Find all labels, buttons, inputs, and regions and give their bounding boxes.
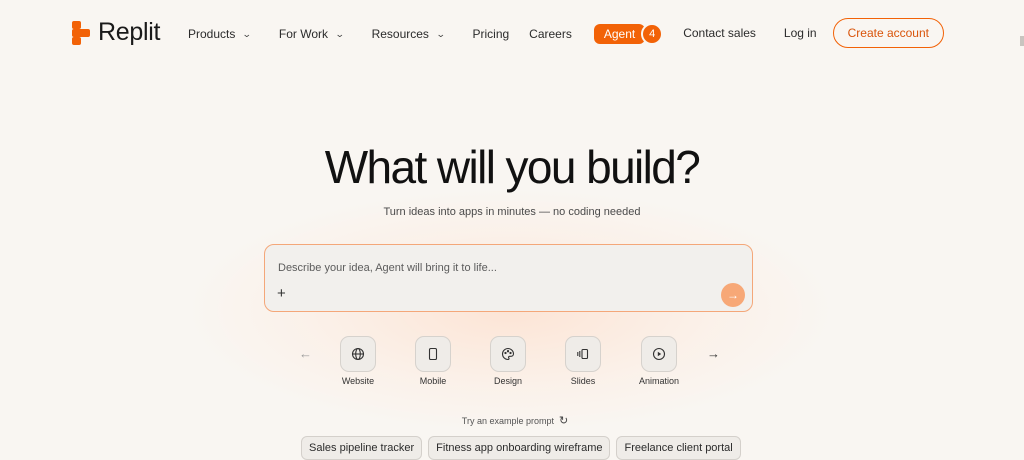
category-label: Website [341,376,375,386]
replit-logo-icon [72,20,90,45]
example-prompt-text: Try an example prompt [461,416,554,426]
arrow-left-icon[interactable]: ← [299,346,312,361]
nav-careers[interactable]: Careers [529,27,572,41]
refresh-icon[interactable]: ↻ [559,415,568,427]
nav-careers-label: Careers [529,27,572,41]
category-label: Design [493,376,522,386]
send-arrow-icon[interactable]: → [721,283,745,307]
prompt-box: + → [264,244,753,312]
agent-count-badge: 4 [641,23,664,45]
example-chip[interactable]: Fitness app onboarding wireframe [428,436,611,460]
main-nav: Products ⌄ For Work ⌄ Resources ⌄ Pricin… [188,23,664,45]
category-label: Slides [570,376,596,386]
replit-logo[interactable]: Replit [72,18,160,47]
header-actions: Contact sales Log in Create account [683,18,944,48]
category-label: Mobile [419,376,447,386]
hero-title: What will you build? [324,141,701,193]
nav-pricing-label: Pricing [472,27,510,41]
category-carousel: ← Website Mobile Design Slides Animation… [296,336,726,396]
category-design[interactable]: Design [478,336,538,386]
nav-products-label: Products [188,27,236,41]
nav-for-work[interactable]: For Work ⌄ [278,27,345,41]
example-prompt-label: Try an example prompt ↻ [0,414,1024,427]
chevron-down-icon: ⌄ [334,28,345,39]
top-nav: Replit Products ⌄ For Work ⌄ Resources ⌄… [0,0,1024,64]
slides-icon [565,336,601,372]
nav-pricing[interactable]: Pricing [472,27,509,41]
example-chips: Sales pipeline tracker Fitness app onboa… [301,436,741,460]
nav-resources[interactable]: Resources ⌄ [371,27,446,41]
chevron-down-icon: ⌄ [435,28,446,39]
nav-products[interactable]: Products ⌄ [188,27,253,41]
chevron-down-icon: ⌄ [242,28,253,39]
phone-icon [415,336,451,372]
category-mobile[interactable]: Mobile [403,336,463,386]
play-icon [641,336,677,372]
example-chip[interactable]: Freelance client portal [616,436,741,460]
agent-label: Agent [603,27,636,41]
globe-icon [340,336,376,372]
palette-icon [490,336,526,372]
scrollbar-thumb[interactable] [1020,36,1024,46]
hero-subtitle: Turn ideas into apps in minutes — no cod… [383,206,641,218]
nav-for-work-label: For Work [278,27,329,41]
prompt-input[interactable] [278,260,718,276]
category-website[interactable]: Website [328,336,388,386]
nav-resources-label: Resources [371,27,429,41]
category-label: Animation [638,376,680,386]
contact-sales-link[interactable]: Contact sales [683,26,756,40]
log-in-link[interactable]: Log in [784,26,817,40]
category-slides[interactable]: Slides [553,336,613,386]
create-account-button[interactable]: Create account [832,18,944,48]
add-attachment-icon[interactable]: + [277,285,286,302]
example-chip[interactable]: Sales pipeline tracker [301,436,423,460]
category-animation[interactable]: Animation [629,336,689,386]
nav-agent[interactable]: Agent 4 [593,23,664,45]
brand-name: Replit [98,18,161,46]
arrow-right-icon[interactable]: → [707,346,720,361]
